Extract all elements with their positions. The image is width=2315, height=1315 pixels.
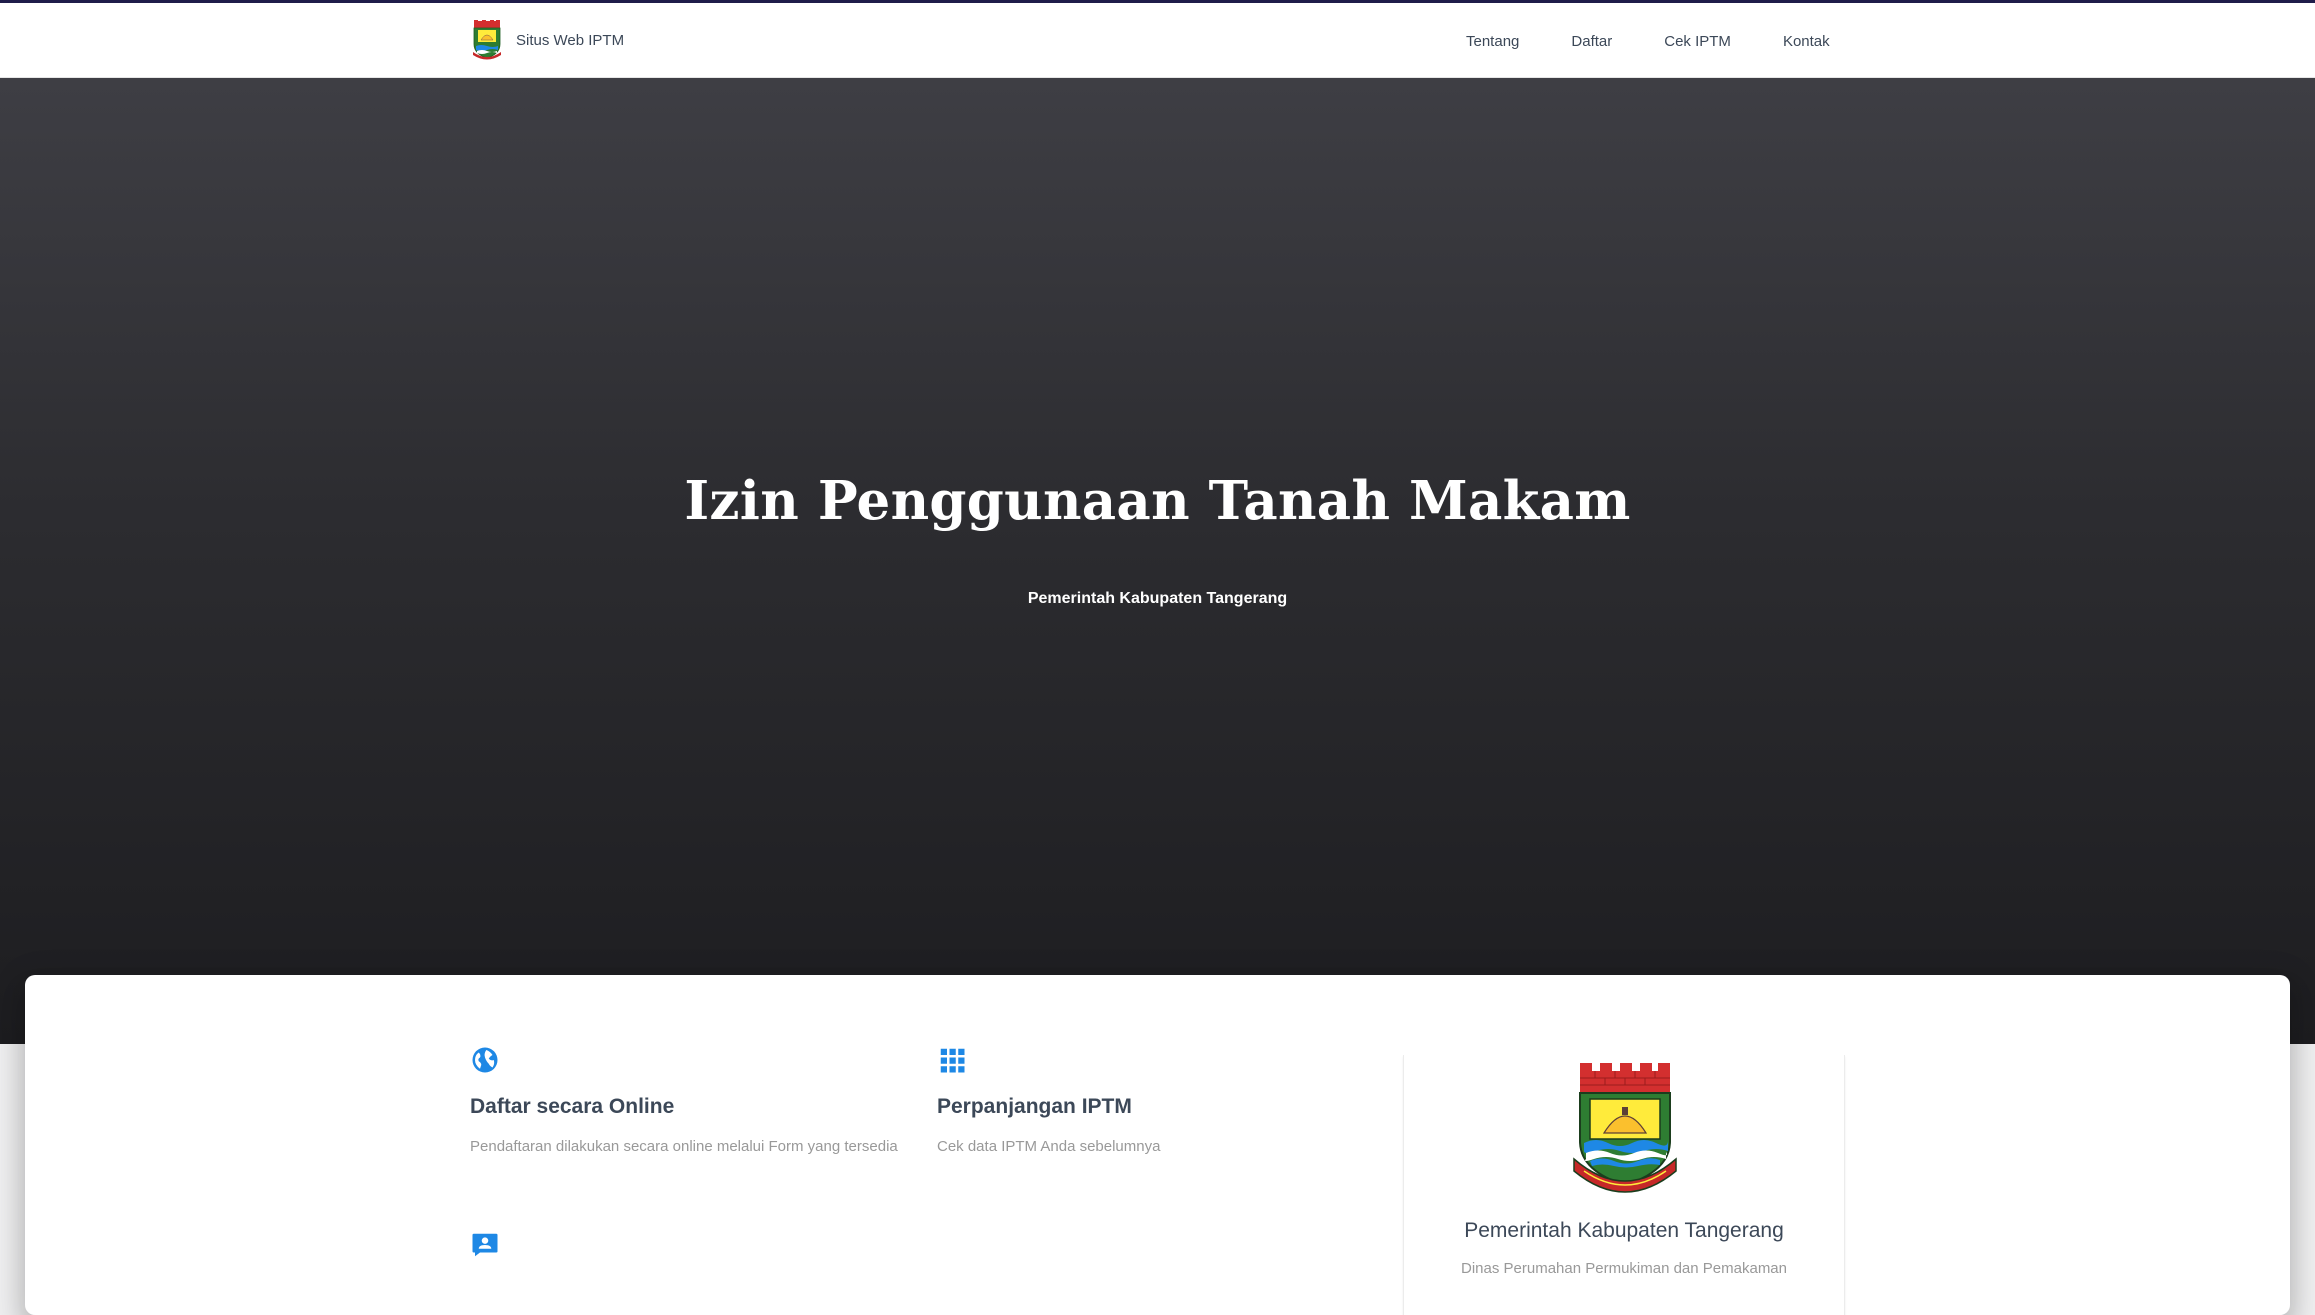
kabupaten-tangerang-emblem-icon xyxy=(473,20,501,60)
contact-card-icon xyxy=(472,1233,498,1257)
hero-title: Izin Penggunaan Tanah Makam xyxy=(684,470,1631,532)
brand-title: Situs Web IPTM xyxy=(516,31,625,49)
feature-description: Cek data IPTM Anda sebelumnya xyxy=(937,1138,1161,1155)
globe-icon xyxy=(472,1047,498,1073)
hero-section: Izin Penggunaan Tanah Makam Pemerintah K… xyxy=(0,78,2315,1044)
nav-link-kontak[interactable]: Kontak xyxy=(1757,29,1856,55)
feature-title: Daftar secara Online xyxy=(470,1095,675,1118)
feature-description: Pendaftaran dilakukan secara online mela… xyxy=(470,1138,898,1155)
feature-perpanjangan-iptm: Perpanjangan IPTM Cek data IPTM Anda seb… xyxy=(937,1045,1367,1161)
grid-apps-icon xyxy=(940,1048,965,1073)
nav-link-tentang[interactable]: Tentang xyxy=(1440,29,1545,55)
profile-department: Dinas Perumahan Permukiman dan Pemakaman xyxy=(1461,1260,1787,1277)
nav-menu: Tentang Daftar Cek IPTM Kontak xyxy=(1440,29,1856,55)
profile-card: Pemerintah Kabupaten Tangerang Dinas Per… xyxy=(1403,1055,1845,1315)
profile-name: Pemerintah Kabupaten Tangerang xyxy=(1464,1219,1784,1242)
navbar: Situs Web IPTM Tentang Daftar Cek IPTM K… xyxy=(0,3,2315,78)
nav-link-cek-iptm[interactable]: Cek IPTM xyxy=(1638,29,1757,55)
kabupaten-tangerang-emblem-icon xyxy=(1573,1063,1677,1193)
feature-title: Perpanjangan IPTM xyxy=(937,1095,1132,1118)
brand-link[interactable]: Situs Web IPTM xyxy=(470,20,624,60)
feature-contact xyxy=(470,1230,900,1260)
feature-daftar-online: Daftar secara Online Pendaftaran dilakuk… xyxy=(470,1045,900,1161)
hero-subtitle: Pemerintah Kabupaten Tangerang xyxy=(1027,590,1288,607)
nav-link-daftar[interactable]: Daftar xyxy=(1545,29,1638,55)
